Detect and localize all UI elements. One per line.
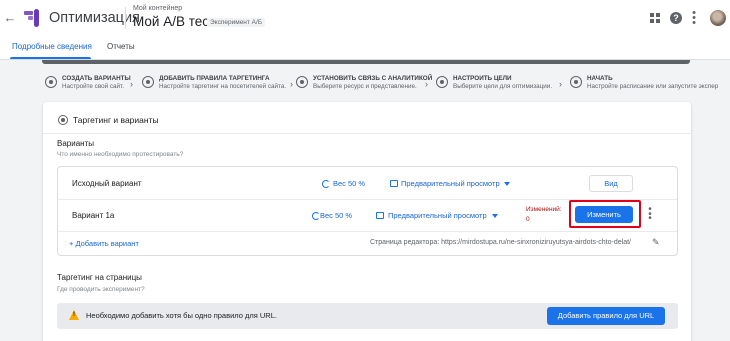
chevron-right-icon: › [559,79,562,89]
variants-title: Варианты [57,139,94,148]
setup-steps: СОЗДАТЬ ВАРИАНТЫ Настройте свой сайт. › … [0,72,730,96]
caret-down-icon[interactable] [504,182,510,186]
status-bar [42,60,690,64]
apps-grid-icon[interactable] [650,13,660,23]
row-divider [58,231,677,232]
step-4-subtitle: Выберите цели для оптимизации. [453,83,553,90]
step-1-title[interactable]: СОЗДАТЬ ВАРИАНТЫ [62,75,131,82]
targeting-subtitle: Где проводить эксперимент? [57,286,145,293]
editor-page-url: Страница редактора: https://mirdostupa.r… [370,239,631,246]
targeting-title: Таргетинг на страницы [57,273,142,282]
play-icon [570,76,582,88]
weight-icon [322,180,330,188]
variant-name: Вариант 1а [72,211,115,220]
original-variant-name: Исходный вариант [72,179,142,188]
step-status-icon [45,76,57,88]
changes-count: 0 [526,216,530,223]
step-2-subtitle: Настройте таргетинг на посетителей сайта… [159,83,287,90]
edit-button[interactable]: Изменить [575,206,633,223]
add-url-rule-button[interactable]: Добавить правило для URL [547,307,665,325]
caret-down-icon[interactable] [492,214,498,218]
variant-weight-link[interactable]: Вес 50 % [320,211,352,220]
arrow-back-icon[interactable]: ← [3,10,17,26]
view-button[interactable]: Вид [589,175,633,192]
variants-subtitle: Что именно необходимо протестировать? [57,151,184,158]
warning-icon-mark: ! [73,312,75,318]
variant-preview-link[interactable]: Предварительный просмотр [388,211,487,220]
step-2-title[interactable]: ДОБАВИТЬ ПРАВИЛА ТАРГЕТИНГА [159,75,270,82]
chevron-right-icon: › [290,79,293,89]
experiment-type-badge: Эксперимент А/Б [207,18,266,27]
add-variant-link[interactable]: + Добавить вариант [69,239,139,248]
weight-icon [312,212,320,220]
step-4-title[interactable]: НАСТРОИТЬ ЦЕЛИ [453,75,512,82]
step-5-title[interactable]: НАЧАТЬ [587,75,613,82]
tab-reports[interactable]: Отчеты [107,42,135,51]
avatar[interactable] [710,10,726,26]
goal-icon [436,76,448,88]
divider [43,133,691,134]
analytics-link-icon [296,76,308,88]
step-3-title[interactable]: УСТАНОВИТЬ СВЯЗЬ С АНАЛИТИКОЙ [313,75,432,82]
app-title: Оптимизация [49,10,140,26]
original-preview-link[interactable]: Предварительный просмотр [401,179,500,188]
active-tab-indicator [10,57,91,59]
step-5-subtitle: Настройте расписание или запустите экспе… [587,83,719,90]
tab-bar: Подробные сведения Отчеты [0,36,730,60]
step-3-subtitle: Выберите ресурс и представление. [313,83,417,90]
header-divider [125,7,126,29]
container-label: Мой контейнер [133,5,183,12]
original-weight-link[interactable]: Вес 50 % [333,179,365,188]
preview-icon [390,180,398,187]
pencil-icon[interactable]: ✎ [652,238,661,247]
top-app-bar: ← Оптимизация Мой контейнер Мой А/B тест… [0,0,730,36]
changes-label: Изменений: [526,206,562,213]
card-title: Таргетинг и варианты [73,115,159,125]
preview-icon [376,212,384,219]
optimize-logo-icon [24,9,39,27]
help-icon[interactable]: ? [670,12,682,24]
warning-text: Необходимо добавить хотя бы одно правило… [86,311,277,320]
more-vert-icon[interactable]: • • • [692,8,696,29]
target-icon [58,115,68,125]
chevron-right-icon: › [130,79,133,89]
tab-details[interactable]: Подробные сведения [12,42,92,51]
chevron-right-icon: › [425,79,428,89]
experiment-title: Мой А/B тест [133,14,216,29]
step-status-icon [142,76,154,88]
more-vert-icon[interactable]: • • • [647,205,653,224]
step-1-subtitle: Настройте свой сайт. [62,83,124,90]
